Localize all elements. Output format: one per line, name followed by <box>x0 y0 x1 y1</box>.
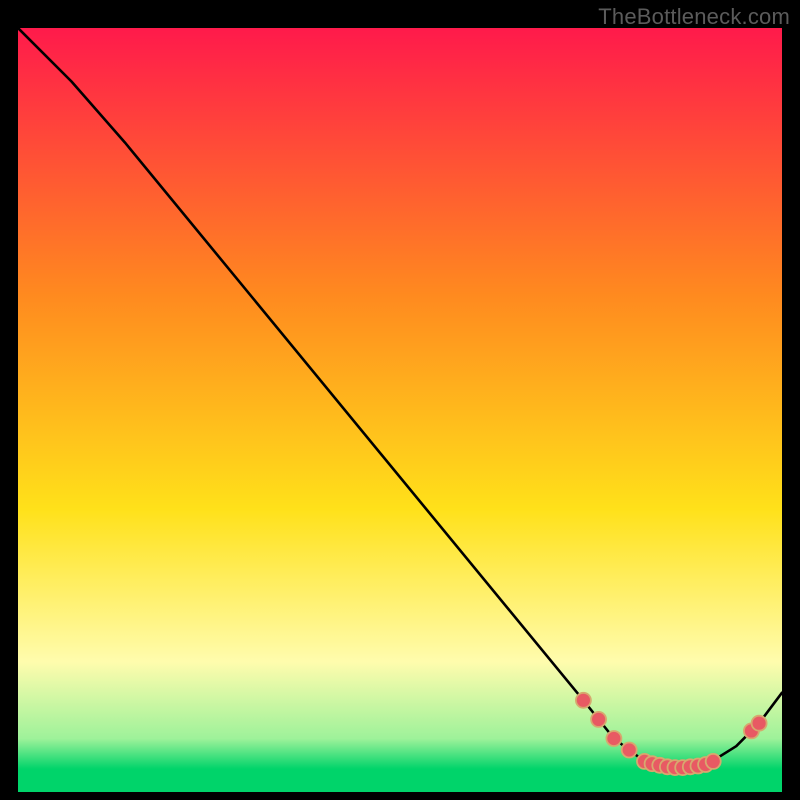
watermark-text: TheBottleneck.com <box>598 4 790 30</box>
data-point-marker <box>752 716 767 731</box>
data-point-marker <box>576 693 591 708</box>
data-point-marker <box>706 754 721 769</box>
chart-frame: TheBottleneck.com <box>0 0 800 800</box>
data-point-marker <box>591 712 606 727</box>
data-point-marker <box>622 743 637 758</box>
plot-area <box>18 28 782 792</box>
chart-svg <box>18 28 782 792</box>
data-point-marker <box>606 731 621 746</box>
gradient-background <box>18 28 782 792</box>
